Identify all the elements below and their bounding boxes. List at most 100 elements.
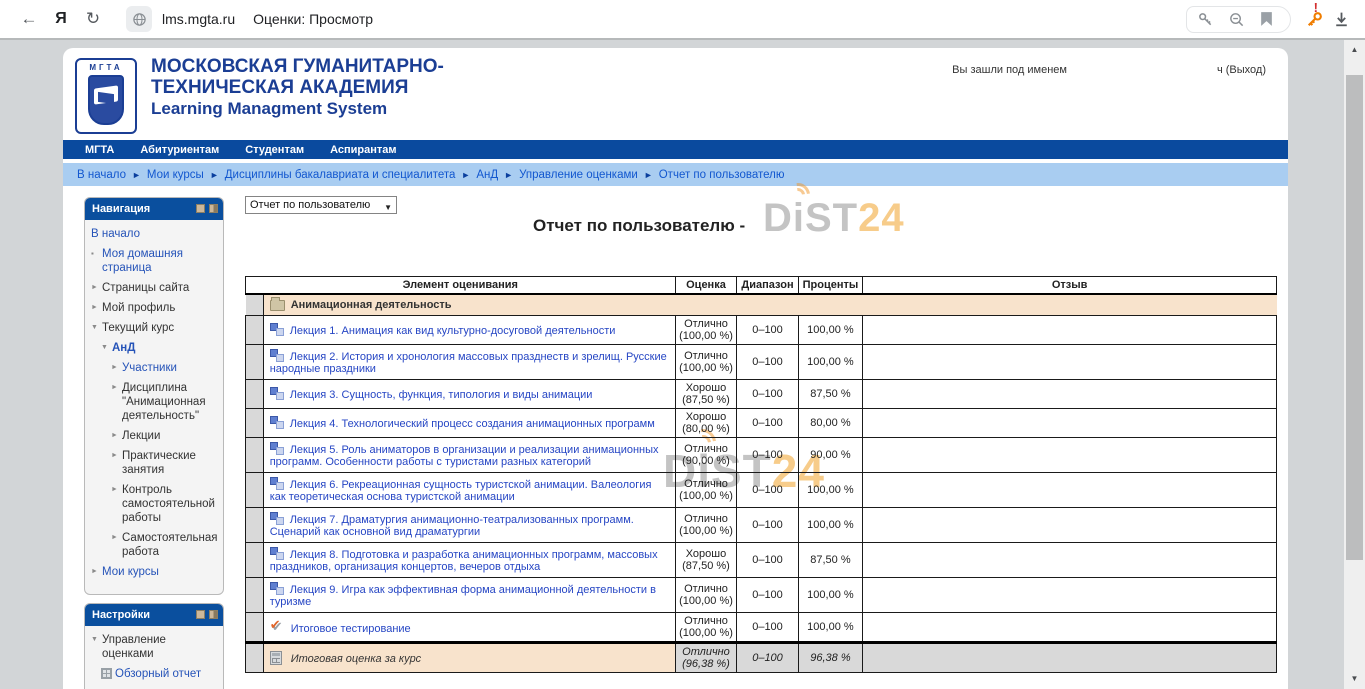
range-cell: 0–100 [737, 438, 798, 473]
nav-item-1[interactable]: Абитуриентам [140, 144, 219, 156]
sidebar-item[interactable]: ▼Управление оценками [91, 633, 219, 661]
range-cell: 0–100 [737, 578, 798, 613]
screen: ← Я ↻ lms.mgta.ru Оценки: Просмотр [0, 0, 1365, 689]
mgta-logo[interactable]: МГТА [75, 58, 137, 134]
activity-link[interactable]: Итоговое тестирование [291, 623, 411, 635]
activity-link[interactable]: Лекция 7. Драматургия анимационно-театра… [270, 514, 634, 538]
tree-collapsed-icon[interactable]: ► [91, 565, 102, 579]
sidebar-item[interactable]: ►Самостоятельная работа [91, 531, 219, 559]
navigation-items: В начало▪Моя домашняя страница►Страницы … [85, 220, 223, 594]
indent-cell [246, 438, 264, 473]
sidebar-item[interactable]: ►Практические занятия [91, 449, 219, 477]
protect-indicator[interactable]: ! [1305, 10, 1318, 29]
sidebar-item-label: Моя домашняя страница [102, 247, 219, 275]
nav-item-3[interactable]: Аспирантам [330, 144, 396, 156]
tree-expanded-icon[interactable]: ▼ [101, 341, 112, 355]
sidebar-item[interactable]: ▼Текущий курс [91, 321, 219, 335]
zoom-search-icon[interactable] [1228, 11, 1245, 28]
site-icon-chip[interactable] [126, 6, 152, 32]
block-dock-icon[interactable] [209, 204, 218, 213]
sidebar-item[interactable]: ►Мой профиль [91, 301, 219, 315]
total-name-cell: Итоговая оценка за курс [263, 643, 675, 673]
sidebar-item[interactable]: ►Страницы сайта [91, 281, 219, 295]
sidebar-item-label: Страницы сайта [102, 281, 189, 295]
activity-link[interactable]: Лекция 8. Подготовка и разработка анимац… [270, 549, 658, 573]
activity-link[interactable]: Лекция 4. Технологический процесс создан… [290, 418, 655, 430]
sidebar-item[interactable]: ►Участники [91, 361, 219, 375]
tree-collapsed-icon[interactable]: ► [111, 531, 122, 559]
percent-cell: 87,50 % [798, 380, 863, 409]
activity-link[interactable]: Лекция 1. Анимация как вид культурно-дос… [290, 325, 616, 337]
tree-collapsed-icon[interactable]: ► [111, 429, 122, 443]
tree-collapsed-icon[interactable]: ► [111, 381, 122, 423]
percent-cell: 100,00 % [798, 473, 863, 508]
report-type-select[interactable]: Отчет по пользователю ▼ [245, 196, 397, 214]
indent-cell [246, 643, 264, 673]
lesson-icon [270, 349, 284, 362]
breadcrumb-link[interactable]: Отчет по пользователю [659, 169, 785, 181]
percent-cell: 100,00 % [798, 345, 863, 380]
breadcrumb-link[interactable]: Управление оценками [519, 169, 638, 181]
logout-link[interactable]: ч (Выход) [1217, 64, 1266, 76]
breadcrumb-link[interactable]: Мои курсы [147, 169, 204, 181]
activity-link[interactable]: Лекция 6. Рекреационная сущность туристс… [270, 479, 652, 503]
tree-collapsed-icon[interactable]: ► [91, 301, 102, 315]
item-name-cell: Лекция 2. История и хронология массовых … [263, 345, 675, 380]
scrollbar-thumb[interactable] [1346, 75, 1363, 560]
yandex-browser-icon[interactable]: Я [44, 10, 78, 28]
range-cell: 0–100 [737, 380, 798, 409]
tree-collapsed-icon[interactable]: ► [111, 449, 122, 477]
vertical-scrollbar[interactable]: ▲ ▼ [1344, 40, 1365, 689]
item-name-cell: Итоговое тестирование [263, 613, 675, 643]
settings-block-header: Настройки [85, 604, 223, 626]
tree-expanded-icon[interactable]: ▼ [91, 633, 102, 661]
item-name-cell: Лекция 9. Игра как эффективная форма ани… [263, 578, 675, 613]
download-icon[interactable] [1332, 10, 1351, 29]
activity-link[interactable]: Лекция 3. Сущность, функция, типология и… [290, 389, 593, 401]
sidebar-item[interactable]: ►Контроль самостоятельной работы [91, 483, 219, 525]
sidebar-item[interactable]: ►Лекции [91, 429, 219, 443]
nav-item-2[interactable]: Студентам [245, 144, 304, 156]
tree-collapsed-icon[interactable]: ► [111, 361, 122, 375]
block-dock-icon[interactable] [209, 610, 218, 619]
sidebar-item[interactable]: ▼АнД [91, 341, 219, 355]
breadcrumb-link[interactable]: АнД [476, 169, 498, 181]
sidebar-item[interactable]: ▪Моя домашняя страница [91, 247, 219, 275]
sidebar-item[interactable]: ►Мои курсы [91, 565, 219, 579]
activity-link[interactable]: Лекция 9. Игра как эффективная форма ани… [270, 584, 656, 608]
bookmark-icon[interactable] [1259, 11, 1274, 27]
table-row: Лекция 5. Роль аниматоров в организации … [246, 438, 1277, 473]
feedback-cell [863, 578, 1277, 613]
back-icon[interactable]: ← [14, 9, 44, 29]
tree-collapsed-icon[interactable]: ► [91, 281, 102, 295]
breadcrumb-link[interactable]: Дисциплины бакалавриата и специалитета [225, 169, 456, 181]
activity-link[interactable]: Лекция 2. История и хронология массовых … [270, 351, 667, 375]
sidebar-item[interactable]: В начало [91, 227, 219, 241]
sidebar-item[interactable]: Обзорный отчет [91, 667, 219, 683]
scroll-down-icon[interactable]: ▼ [1344, 671, 1365, 687]
navigation-block-header: Навигация [85, 198, 223, 220]
refresh-icon[interactable]: ↻ [78, 9, 108, 29]
indent-cell [246, 380, 264, 409]
grade-cell: Отлично(100,00 %) [675, 316, 737, 345]
tree-collapsed-icon[interactable]: ► [111, 483, 122, 525]
block-hide-icon[interactable] [196, 610, 205, 619]
activity-link[interactable]: Лекция 5. Роль аниматоров в организации … [270, 444, 659, 468]
total-percent-cell: 96,38 % [798, 643, 863, 673]
block-hide-icon[interactable] [196, 204, 205, 213]
item-name-cell: Лекция 4. Технологический процесс создан… [263, 409, 675, 438]
key-icon[interactable] [1197, 11, 1214, 28]
breadcrumb-link[interactable]: В начало [77, 169, 126, 181]
nav-item-0[interactable]: МГТА [85, 144, 114, 156]
grade-cell: Хорошо(80,00 %) [675, 409, 737, 438]
address-url[interactable]: lms.mgta.ru [162, 11, 235, 27]
globe-icon [132, 12, 147, 27]
sidebar-item-label: Обзорный отчет [115, 667, 201, 683]
report-select-value: Отчет по пользователю [250, 199, 370, 211]
tree-expanded-icon[interactable]: ▼ [91, 321, 102, 335]
sidebar-item[interactable]: ►Дисциплина "Анимационная деятельность" [91, 381, 219, 423]
navigation-block-title: Навигация [92, 203, 150, 215]
scroll-up-icon[interactable]: ▲ [1344, 42, 1365, 58]
item-name-cell: Лекция 7. Драматургия анимационно-театра… [263, 508, 675, 543]
site-header: МГТА МОСКОВСКАЯ ГУМАНИТАРНО- ТЕХНИЧЕСКАЯ… [63, 48, 1288, 140]
